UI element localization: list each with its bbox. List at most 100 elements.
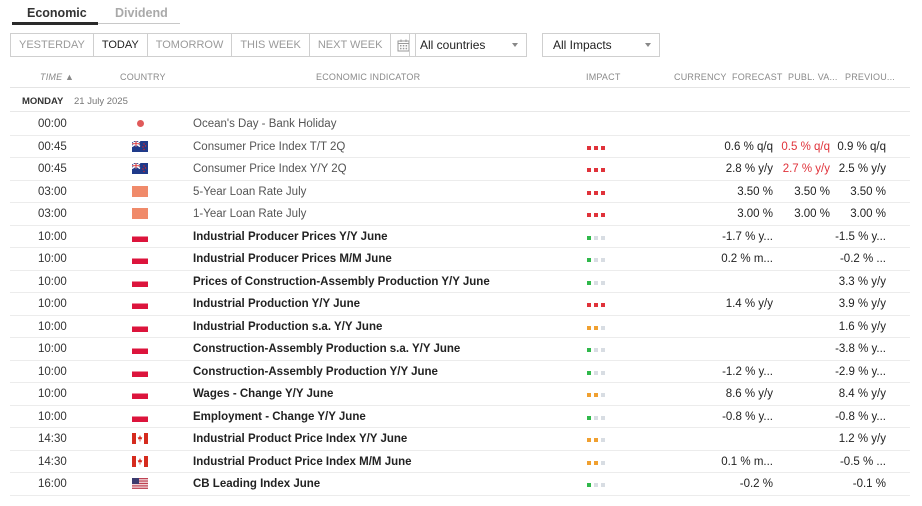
table-row[interactable]: 00:00 Ocean's Day - Bank Holiday (10, 113, 910, 136)
event-name[interactable]: Ocean's Day - Bank Holiday (193, 118, 336, 130)
tomorrow-button[interactable]: TOMORROW (148, 34, 233, 56)
table-row[interactable]: 14:30 Industrial Product Price Index Y/Y … (10, 428, 910, 451)
impact-indicator (587, 370, 605, 375)
event-name[interactable]: Industrial Product Price Index Y/Y June (193, 433, 407, 445)
table-row[interactable]: 10:00 Construction-Assembly Production Y/… (10, 361, 910, 383)
table-row[interactable]: 10:00 Industrial Producer Prices Y/Y June… (10, 226, 910, 248)
impact-square (601, 348, 605, 352)
table-row[interactable]: 03:00 5-Year Loan Rate July 3.50 % 3.50 % 3.… (10, 181, 910, 203)
table-row[interactable]: 10:00 Industrial Producer Prices M/M June… (10, 248, 910, 271)
event-name[interactable]: 5-Year Loan Rate July (193, 186, 306, 198)
active-tab-indicator (12, 22, 98, 25)
forecast-value: -1.7 % y... (722, 230, 773, 243)
event-name[interactable]: Consumer Price Index T/T 2Q (193, 141, 345, 153)
event-name[interactable]: Industrial Producer Prices M/M June (193, 253, 392, 265)
impacts-select[interactable]: All Impacts (542, 33, 660, 57)
impact-square (601, 483, 605, 487)
previous-value: 3.50 % (850, 185, 886, 198)
previous-value: 0.9 % q/q (837, 140, 886, 153)
event-name[interactable]: Employment - Change Y/Y June (193, 411, 366, 423)
table-row[interactable]: 10:00 Construction-Assembly Production s.… (10, 338, 910, 361)
col-country-header: COUNTRY (120, 72, 166, 82)
previous-value: 1.6 % y/y (838, 320, 886, 333)
tab-economic[interactable]: Economic (27, 6, 87, 20)
event-name[interactable]: Construction-Assembly Production Y/Y Jun… (193, 366, 438, 378)
previous-value: -1.5 % y... (835, 230, 886, 243)
impact-square (594, 393, 598, 397)
flag-ca-icon (132, 455, 148, 467)
impact-square (594, 168, 598, 172)
table-row[interactable]: 10:00 Industrial Production s.a. Y/Y June… (10, 316, 910, 338)
table-row[interactable]: 10:00 Prices of Construction-Assembly Pro… (10, 271, 910, 293)
previous-value: 8.4 % y/y (838, 388, 886, 400)
event-time: 10:00 (38, 388, 67, 400)
event-name[interactable]: CB Leading Index June (193, 478, 320, 490)
impact-indicator (587, 258, 605, 262)
forecast-value: 0.6 % q/q (724, 140, 773, 153)
event-name[interactable]: 1-Year Loan Rate July (193, 208, 306, 220)
col-forecast-header: FORECAST (732, 72, 783, 82)
impact-square (594, 415, 598, 420)
col-time-header[interactable]: TIME ▲ (40, 72, 74, 82)
forecast-value: 0.2 % m... (721, 253, 773, 265)
impact-square (601, 460, 605, 465)
countries-select-value: All countries (420, 38, 486, 52)
previous-value: 3.3 % y/y (838, 275, 886, 288)
forecast-value: 1.4 % y/y (725, 298, 773, 310)
previous-value: 2.5 % y/y (838, 163, 886, 175)
previous-value: -3.8 % y... (835, 343, 886, 355)
table-row[interactable]: 10:00 Wages - Change Y/Y June 8.6 % y/y 8.4… (10, 383, 910, 406)
impact-square (594, 280, 598, 285)
event-time: 16:00 (38, 478, 67, 490)
event-name[interactable]: Consumer Price Index Y/Y 2Q (193, 163, 347, 175)
yesterday-button[interactable]: YESTERDAY (11, 34, 94, 56)
event-name[interactable]: Construction-Assembly Production s.a. Y/… (193, 343, 460, 355)
event-name[interactable]: Industrial Producer Prices Y/Y June (193, 231, 388, 243)
date-group-header: MONDAY 21 July 2025 (10, 89, 910, 112)
impact-square (587, 258, 591, 262)
tab-dividend[interactable]: Dividend (115, 6, 168, 20)
impact-indicator (587, 325, 605, 330)
event-name[interactable]: Wages - Change Y/Y June (193, 388, 333, 400)
today-button[interactable]: TODAY (93, 34, 148, 56)
impact-square (587, 415, 591, 420)
event-name[interactable]: Industrial Production Y/Y June (193, 298, 360, 310)
this-week-button[interactable]: THIS WEEK (232, 34, 310, 56)
impact-indicator (587, 213, 605, 217)
table-row[interactable]: 10:00 Employment - Change Y/Y June -0.8 % … (10, 406, 910, 428)
calendar-icon (397, 39, 410, 51)
previous-value: -0.8 % y... (835, 410, 886, 423)
table-row[interactable]: 03:00 1-Year Loan Rate July 3.00 % 3.00 % 3.… (10, 203, 910, 226)
countries-select[interactable]: All countries (409, 33, 527, 57)
impact-square (587, 438, 591, 442)
event-name[interactable]: Industrial Product Price Index M/M June (193, 456, 412, 468)
event-time: 14:30 (38, 455, 67, 468)
table-row[interactable]: 14:30 Industrial Product Price Index M/M … (10, 451, 910, 473)
forecast-value: 8.6 % y/y (725, 388, 773, 400)
table-row[interactable]: 10:00 Industrial Production Y/Y June 1.4 %… (10, 293, 910, 316)
previous-value: 1.2 % y/y (838, 433, 886, 445)
event-name[interactable]: Industrial Production s.a. Y/Y June (193, 321, 382, 333)
chevron-down-icon (645, 43, 651, 47)
impact-indicator (587, 168, 605, 172)
event-time: 14:30 (38, 433, 67, 445)
table-row[interactable]: 00:45 Consumer Price Index Y/Y 2Q 2.8 % y/… (10, 158, 910, 181)
table-row[interactable]: 16:00 CB Leading Index June -0.2 % -0.1 % (10, 473, 910, 496)
table-row[interactable]: 00:45 Consumer Price Index T/T 2Q 0.6 % q/… (10, 136, 910, 158)
impact-indicator (587, 393, 605, 397)
flag-pl-icon (132, 343, 148, 354)
impact-indicator (587, 460, 605, 465)
previous-value: 3.00 % (850, 208, 886, 220)
event-name[interactable]: Prices of Construction-Assembly Producti… (193, 276, 490, 288)
impact-indicator (587, 303, 605, 307)
impact-square (601, 303, 605, 307)
impact-square (594, 438, 598, 442)
previous-value: -0.2 % ... (839, 253, 886, 265)
impact-indicator (587, 190, 605, 195)
forecast-value: 2.8 % y/y (725, 163, 773, 175)
forecast-value: 3.00 % (737, 208, 773, 220)
next-week-button[interactable]: NEXT WEEK (310, 34, 392, 56)
impact-square (594, 460, 598, 465)
impact-square (601, 190, 605, 195)
impact-square (601, 393, 605, 397)
